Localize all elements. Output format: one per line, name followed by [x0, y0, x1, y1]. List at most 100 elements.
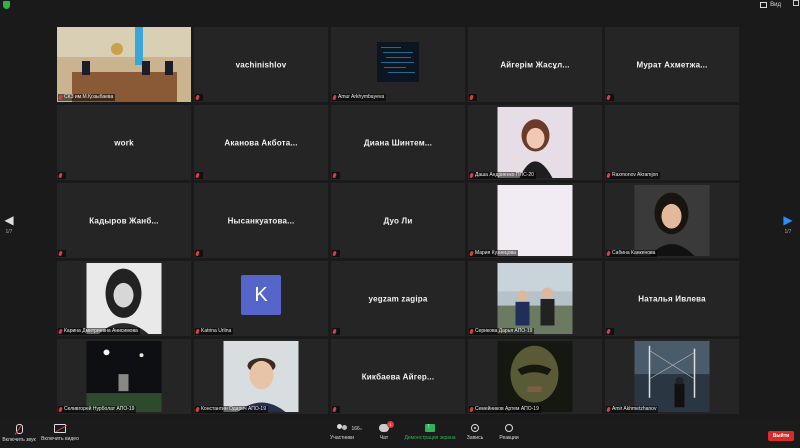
share-screen-button[interactable]: Демонстрация экрана [402, 423, 458, 441]
participant-label [332, 328, 340, 335]
unmute-button[interactable]: Включить звук [2, 424, 36, 443]
participant-tile[interactable]: Raxmonov Akramjon [605, 105, 739, 180]
muted-mic-icon [195, 250, 200, 257]
participant-label: СКЗ им.М.Қозыбаева [58, 94, 116, 101]
participant-name: Дуо Ли [383, 216, 413, 225]
participant-label [332, 406, 340, 413]
participant-name: Айгерім Жасұл... [500, 60, 570, 69]
participant-tile[interactable]: Даша Андриенко ППС-20 [468, 105, 602, 180]
participant-label [58, 250, 66, 257]
participant-label: Серикова Дарья АПО-19 [469, 328, 535, 335]
participant-label-text: Даша Андриенко ППС-20 [475, 172, 534, 178]
participant-name: vachinishlov [235, 60, 287, 69]
meeting-toolbar: Включить звук Включить видео 166 Участни… [0, 420, 800, 448]
participants-label: Участники [330, 435, 354, 441]
participant-tile[interactable]: Аканова Акбота... [194, 105, 328, 180]
participant-label: Amur Arkhymbayeva [332, 94, 387, 101]
participant-name: work [114, 138, 134, 147]
chat-label: Чат [379, 435, 389, 441]
fullscreen-icon[interactable] [793, 0, 799, 6]
participant-label: Даша Андриенко ППС-20 [469, 172, 536, 179]
participant-label [58, 172, 66, 179]
muted-mic-icon [332, 250, 337, 257]
view-switcher[interactable]: Вид [760, 0, 794, 9]
muted-mic-icon [469, 94, 474, 101]
share-screen-icon [425, 423, 435, 432]
participant-tile[interactable]: Селивгорей Нурболат АПО-19 [57, 339, 191, 414]
participant-name: yegzam zagipa [368, 294, 428, 303]
prev-page-control[interactable]: ◀ 1/7 [2, 214, 16, 235]
participant-label-text: Мария Кузнецова [475, 250, 516, 256]
participants-icon: 166 [336, 424, 360, 432]
muted-mic-icon [469, 172, 474, 179]
participant-tile[interactable]: work [57, 105, 191, 180]
participant-video [223, 341, 299, 412]
participant-tile[interactable]: K Katrina Urlina [194, 261, 328, 336]
view-label: Вид [770, 1, 781, 8]
participant-label-text: Katrina Urlina [201, 328, 232, 334]
participant-label: Мария Кузнецова [469, 250, 518, 257]
muted-mic-icon [58, 94, 63, 101]
participant-tile[interactable]: СКЗ им.М.Қозыбаева [57, 27, 191, 102]
next-page-control[interactable]: ▶ 1/7 [781, 214, 795, 235]
participant-tile[interactable]: Amur Arkhymbayeva [331, 27, 465, 102]
record-button[interactable]: Запись [464, 424, 486, 441]
participant-label: Селивгорей Нурболат АПО-19 [58, 406, 137, 413]
chat-button[interactable]: 1 Чат [375, 421, 394, 441]
participant-name: Диана Шинтем... [363, 138, 433, 147]
participants-button[interactable]: 166 Участники [328, 424, 360, 441]
encryption-shield-icon[interactable] [3, 1, 10, 9]
muted-mic-icon [332, 172, 337, 179]
participant-label: Семейников Артем АПО-19 [469, 406, 541, 413]
leave-button[interactable]: Выйти [768, 431, 794, 441]
reactions-icon [505, 424, 513, 432]
participant-video [497, 263, 573, 334]
muted-mic-icon [469, 406, 474, 413]
participant-tile[interactable]: Дуо Ли [331, 183, 465, 258]
participant-tile[interactable]: yegzam zagipa [331, 261, 465, 336]
participant-label [195, 94, 203, 101]
participant-tile[interactable]: Мурат Ахметжа... [605, 27, 739, 102]
participant-tile[interactable]: Диана Шинтем... [331, 105, 465, 180]
muted-mic-icon [58, 328, 63, 335]
participant-tile[interactable]: Серикова Дарья АПО-19 [468, 261, 602, 336]
participant-video [86, 341, 162, 412]
participant-tile[interactable]: Карина Дмитриевна Анисимова [57, 261, 191, 336]
participant-label: Константин Одарич АПО-19 [195, 406, 268, 413]
muted-mic-icon [332, 406, 337, 413]
chevron-left-icon[interactable]: ◀ [2, 214, 16, 226]
participant-video [86, 263, 162, 334]
participant-tile[interactable]: Семейников Артем АПО-19 [468, 339, 602, 414]
participant-tile[interactable]: Мария Кузнецова [468, 183, 602, 258]
participant-tile[interactable]: Кикбаева Айгер... [331, 339, 465, 414]
participant-tile[interactable]: Наталья Ивлева [605, 261, 739, 336]
gallery-grid-icon [760, 1, 768, 8]
participants-caret-icon[interactable]: ^ [360, 428, 362, 434]
muted-mic-icon [606, 172, 611, 179]
participants-count: 166 [351, 426, 360, 432]
chat-badge: 1 [387, 421, 394, 428]
share-screen-label: Демонстрация экрана [404, 435, 456, 441]
participant-tile[interactable]: Кадыров Жанб... [57, 183, 191, 258]
participant-tile[interactable]: Нысанкуатова... [194, 183, 328, 258]
participant-tile[interactable]: Amir Akhmetzhanov [605, 339, 739, 414]
participant-tile[interactable]: Айгерім Жасұл... [468, 27, 602, 102]
muted-mic-icon [58, 250, 63, 257]
participant-name: Аканова Акбота... [224, 138, 298, 147]
start-video-button[interactable]: Включить видео [40, 424, 80, 442]
participant-label [332, 172, 340, 179]
participant-video [57, 27, 191, 102]
muted-mic-icon [606, 328, 611, 335]
reactions-button[interactable]: Реакции [496, 424, 522, 441]
participant-tile[interactable]: vachinishlov [194, 27, 328, 102]
participant-tile[interactable]: Константин Одарич АПО-19 [194, 339, 328, 414]
muted-mic-icon [606, 406, 611, 413]
participant-label-text: Селивгорей Нурболат АПО-19 [64, 406, 135, 412]
participant-label-text: Карина Дмитриевна Анисимова [64, 328, 138, 334]
chevron-right-icon[interactable]: ▶ [781, 214, 795, 226]
participant-tile[interactable]: Сабина Канкенова [605, 183, 739, 258]
participant-label-text: Amir Akhmetzhanov [612, 406, 657, 412]
start-video-label: Включить видео [41, 436, 79, 442]
muted-mic-icon [469, 250, 474, 257]
participant-label-text: Amur Arkhymbayeva [338, 94, 385, 100]
